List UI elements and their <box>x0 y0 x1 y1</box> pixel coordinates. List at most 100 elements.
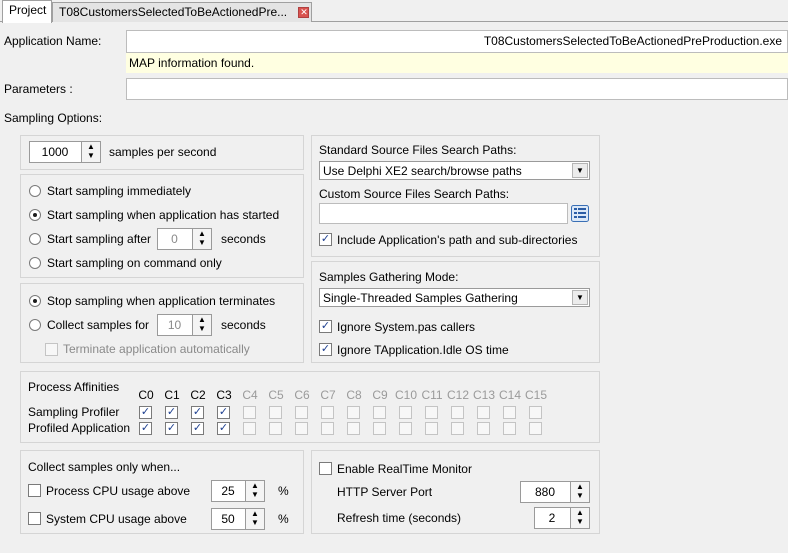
core-header-c14: C14 <box>498 388 521 402</box>
terminate-app-checkbox[interactable] <box>45 343 58 356</box>
core-header-c4: C4 <box>242 388 258 402</box>
spinner-arrows-icon[interactable]: ▲ ▼ <box>192 229 211 249</box>
standard-paths-combo[interactable]: Use Delphi XE2 search/browse paths ▼ <box>319 161 590 180</box>
ignore-system-checkbox[interactable]: ✓ <box>319 320 332 333</box>
profiler-affinity-c8-checkbox[interactable] <box>347 406 360 419</box>
process-affinities-group: Process Affinities Sampling Profiler Pro… <box>20 371 600 443</box>
application-affinity-c6-checkbox[interactable] <box>295 422 308 435</box>
stop-on-terminate-radio[interactable] <box>29 295 41 307</box>
profiler-affinity-c11-checkbox[interactable] <box>425 406 438 419</box>
application-affinity-c7-checkbox[interactable] <box>321 422 334 435</box>
application-affinity-c13-checkbox[interactable] <box>477 422 490 435</box>
spinner-arrows-icon[interactable]: ▲ ▼ <box>245 509 264 529</box>
application-affinity-c8-checkbox[interactable] <box>347 422 360 435</box>
start-immediately-radio[interactable] <box>29 185 41 197</box>
system-cpu-spinner[interactable]: 50 ▲ ▼ <box>211 508 265 530</box>
profiler-affinity-c15-checkbox[interactable] <box>529 406 542 419</box>
include-app-path-label: Include Application's path and sub-direc… <box>337 233 578 247</box>
collect-conditions-group: Collect samples only when... Process CPU… <box>20 450 304 534</box>
tab-strip: Project T08CustomersSelectedToBeActioned… <box>0 0 788 23</box>
start-on-command-radio[interactable] <box>29 257 41 269</box>
realtime-monitor-checkbox[interactable] <box>319 462 332 475</box>
application-affinity-c5-checkbox[interactable] <box>269 422 282 435</box>
start-when-started-radio[interactable] <box>29 209 41 221</box>
application-affinity-c11-checkbox[interactable] <box>425 422 438 435</box>
core-header-c0: C0 <box>138 388 154 402</box>
collect-for-spinner[interactable]: 10 ▲ ▼ <box>157 314 212 336</box>
process-cpu-spinner[interactable]: 25 ▲ ▼ <box>211 480 265 502</box>
spinner-arrows-icon[interactable]: ▲ ▼ <box>192 315 211 335</box>
start-after-radio[interactable] <box>29 233 41 245</box>
gathering-mode-combo[interactable]: Single-Threaded Samples Gathering ▼ <box>319 288 590 307</box>
parameters-field[interactable] <box>126 78 788 100</box>
profiler-affinity-c3-checkbox[interactable]: ✓ <box>217 406 230 419</box>
terminate-app-label: Terminate application automatically <box>63 342 250 356</box>
tab-project-file[interactable]: T08CustomersSelectedToBeActionedPre... ✕ <box>52 2 312 22</box>
custom-paths-field[interactable] <box>319 203 568 224</box>
tab-project[interactable]: Project <box>2 0 52 23</box>
application-affinity-c3-checkbox[interactable]: ✓ <box>217 422 230 435</box>
chevron-down-icon[interactable]: ▼ <box>572 163 588 178</box>
application-affinity-c10-checkbox[interactable] <box>399 422 412 435</box>
profiler-affinity-c2-checkbox[interactable]: ✓ <box>191 406 204 419</box>
profiler-affinity-c14-checkbox[interactable] <box>503 406 516 419</box>
tab-label: Project <box>9 3 47 17</box>
stop-on-terminate-label: Stop sampling when application terminate… <box>47 294 276 308</box>
chevron-down-icon[interactable]: ▼ <box>572 290 588 305</box>
profiler-affinity-c4-checkbox[interactable] <box>243 406 256 419</box>
http-port-spinner[interactable]: 880 ▲ ▼ <box>520 481 590 503</box>
application-affinity-c1-checkbox[interactable]: ✓ <box>165 422 178 435</box>
profiler-affinity-c1-checkbox[interactable]: ✓ <box>165 406 178 419</box>
core-header-c7: C7 <box>320 388 336 402</box>
process-cpu-checkbox[interactable] <box>28 484 41 497</box>
collect-for-unit: seconds <box>221 318 266 332</box>
sampling-rate-spinner[interactable]: 1000 ▲ ▼ <box>29 141 101 163</box>
profiler-affinity-c13-checkbox[interactable] <box>477 406 490 419</box>
application-affinity-c9-checkbox[interactable] <box>373 422 386 435</box>
profiler-affinity-c12-checkbox[interactable] <box>451 406 464 419</box>
close-icon[interactable]: ✕ <box>298 7 310 19</box>
spinner-arrows-icon[interactable]: ▲ ▼ <box>245 481 264 501</box>
application-name-field[interactable]: T08CustomersSelectedToBeActionedPreProdu… <box>126 30 788 53</box>
profiler-affinity-c7-checkbox[interactable] <box>321 406 334 419</box>
start-after-unit: seconds <box>221 232 266 246</box>
application-affinity-c14-checkbox[interactable] <box>503 422 516 435</box>
refresh-time-label: Refresh time (seconds) <box>337 511 462 525</box>
refresh-time-spinner[interactable]: 2 ▲ ▼ <box>534 507 590 529</box>
custom-paths-label: Custom Source Files Search Paths: <box>319 187 510 201</box>
standard-paths-value: Use Delphi XE2 search/browse paths <box>323 164 522 178</box>
core-header-c2: C2 <box>190 388 206 402</box>
spinner-arrows-icon[interactable]: ▲ ▼ <box>570 482 589 502</box>
application-affinity-c2-checkbox[interactable]: ✓ <box>191 422 204 435</box>
spinner-arrows-icon[interactable]: ▲ ▼ <box>81 142 100 162</box>
profiler-affinity-c5-checkbox[interactable] <box>269 406 282 419</box>
application-name-label: Application Name: <box>4 34 102 48</box>
profiler-affinity-c9-checkbox[interactable] <box>373 406 386 419</box>
start-when-started-label: Start sampling when application has star… <box>47 208 280 222</box>
folder-list-icon[interactable] <box>571 205 589 222</box>
http-port-label: HTTP Server Port <box>337 485 433 499</box>
application-affinity-c12-checkbox[interactable] <box>451 422 464 435</box>
process-cpu-label: Process CPU usage above <box>46 484 191 498</box>
core-header-c6: C6 <box>294 388 310 402</box>
collect-for-value: 10 <box>167 318 182 332</box>
core-header-c13: C13 <box>472 388 495 402</box>
application-affinity-c15-checkbox[interactable] <box>529 422 542 435</box>
include-app-path-checkbox[interactable]: ✓ <box>319 233 332 246</box>
spinner-arrows-icon[interactable]: ▲ ▼ <box>570 508 589 528</box>
gathering-mode-group: Samples Gathering Mode: Single-Threaded … <box>311 261 600 363</box>
application-affinity-c0-checkbox[interactable]: ✓ <box>139 422 152 435</box>
start-after-spinner[interactable]: 0 ▲ ▼ <box>157 228 212 250</box>
start-on-command-label: Start sampling on command only <box>47 256 222 270</box>
sampling-profiler-row-label: Sampling Profiler <box>28 405 120 419</box>
profiler-affinity-c0-checkbox[interactable]: ✓ <box>139 406 152 419</box>
profiler-affinity-c6-checkbox[interactable] <box>295 406 308 419</box>
application-affinity-c4-checkbox[interactable] <box>243 422 256 435</box>
ignore-idle-checkbox[interactable]: ✓ <box>319 343 332 356</box>
collect-conditions-title: Collect samples only when... <box>28 460 181 474</box>
profiler-affinity-c10-checkbox[interactable] <box>399 406 412 419</box>
system-cpu-checkbox[interactable] <box>28 512 41 525</box>
start-after-value: 0 <box>171 232 178 246</box>
collect-for-radio[interactable] <box>29 319 41 331</box>
standard-paths-label: Standard Source Files Search Paths: <box>319 143 517 157</box>
